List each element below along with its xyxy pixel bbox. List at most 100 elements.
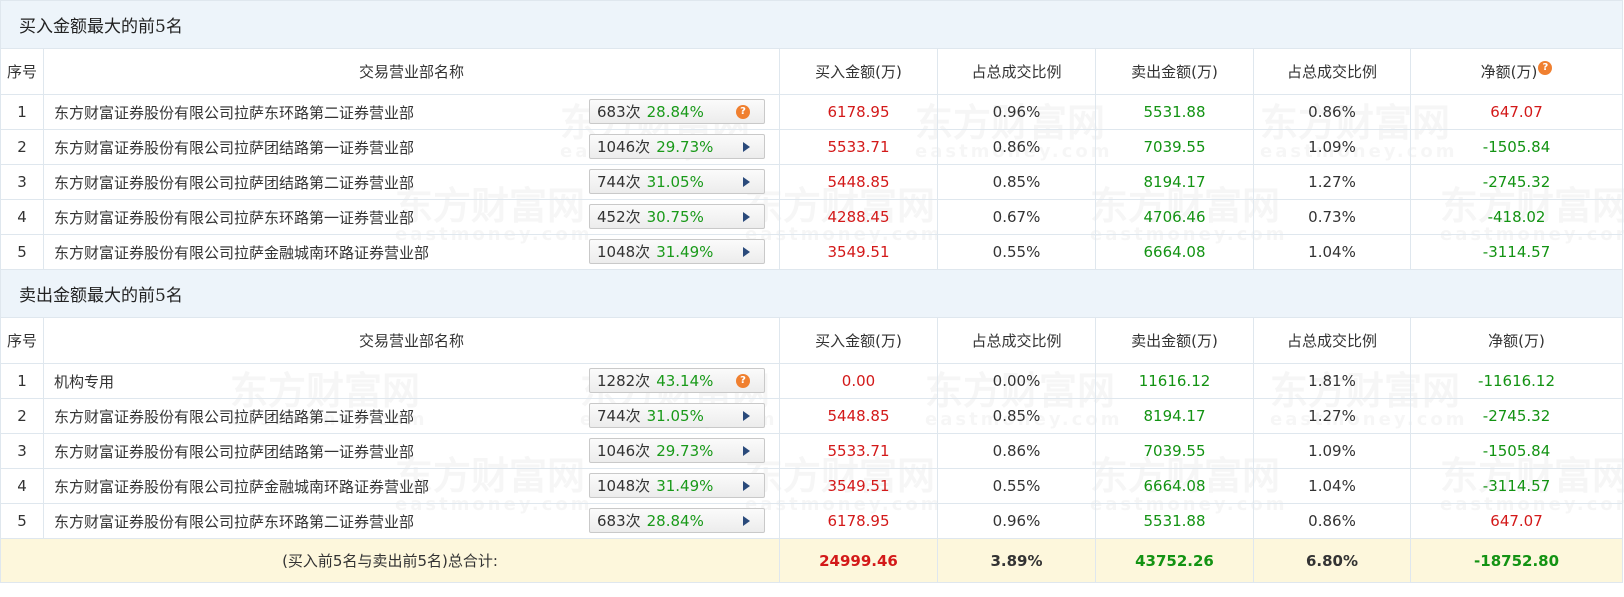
col-header-buy-ratio: 占总成交比例 [937, 48, 1096, 95]
play-icon[interactable] [743, 177, 750, 187]
sell-ratio: 0.86% [1253, 94, 1411, 130]
play-icon[interactable] [743, 481, 750, 491]
branch-stats-badge[interactable]: 683次 28.84% [589, 508, 765, 533]
table-row: 3 东方财富证券股份有限公司拉萨团结路第一证券营业部 1046次 29.73% 5533… [0, 433, 1624, 469]
play-icon[interactable] [743, 247, 750, 257]
total-net: -18752.80 [1409, 538, 1624, 583]
branch-name[interactable]: 东方财富证券股份有限公司拉萨团结路第二证券营业部 [54, 172, 414, 193]
sell-ratio: 1.81% [1253, 363, 1411, 399]
buy-amount: 0.00 [779, 363, 938, 399]
play-icon[interactable] [743, 446, 750, 456]
buy-amount: 6178.95 [779, 94, 938, 130]
branch-stats-badge[interactable]: 452次 30.75% [589, 204, 765, 229]
branch-name[interactable]: 东方财富证券股份有限公司拉萨团结路第一证券营业部 [54, 441, 414, 462]
branch-cell: 东方财富证券股份有限公司拉萨金融城南环路证券营业部 1048次 31.49% [43, 468, 780, 504]
buy-ratio: 0.96% [937, 94, 1096, 130]
trade-count: 1048次 [597, 243, 651, 261]
branch-stats-badge[interactable]: 1048次 31.49% [589, 239, 765, 264]
table-row: 1 机构专用 1282次 43.14%? 0.00 0.00% 11616.12 1.81% -… [0, 363, 1624, 399]
sell-ratio: 1.04% [1253, 234, 1411, 270]
branch-name[interactable]: 东方财富证券股份有限公司拉萨金融城南环路证券营业部 [54, 476, 429, 497]
sell-ratio: 1.04% [1253, 468, 1411, 504]
play-icon[interactable] [743, 516, 750, 526]
buy-amount: 3549.51 [779, 468, 938, 504]
trade-count: 683次 [597, 103, 641, 121]
branch-name[interactable]: 东方财富证券股份有限公司拉萨团结路第一证券营业部 [54, 137, 414, 158]
question-icon[interactable]: ? [736, 105, 750, 119]
branch-name[interactable]: 东方财富证券股份有限公司拉萨东环路第二证券营业部 [54, 511, 414, 532]
trade-count: 1046次 [597, 138, 651, 156]
win-rate: 31.05% [646, 172, 704, 191]
row-no: 2 [0, 398, 44, 434]
col-header-net: 净额(万)? [1409, 48, 1624, 95]
table-row: 5 东方财富证券股份有限公司拉萨东环路第二证券营业部 683次 28.84% 6178.… [0, 503, 1624, 539]
table-row: 2 东方财富证券股份有限公司拉萨团结路第二证券营业部 744次 31.05% 5448.… [0, 398, 1624, 434]
branch-stats-badge[interactable]: 744次 31.05% [589, 403, 765, 428]
net-amount: -2745.32 [1409, 398, 1624, 434]
col-header-no: 序号 [0, 317, 44, 364]
total-buy-ratio: 3.89% [937, 538, 1096, 583]
total-row: (买入前5名与卖出前5名)总合计: 24999.46 3.89% 43752.2… [0, 538, 1624, 583]
sell-ratio: 1.27% [1253, 398, 1411, 434]
sell-ratio: 0.73% [1253, 199, 1411, 235]
buy-amount: 5533.71 [779, 433, 938, 469]
row-no: 1 [0, 363, 44, 399]
sell-section-header: 卖出金额最大的前5名 [0, 269, 1624, 318]
total-sell: 43752.26 [1095, 538, 1254, 583]
net-amount: -1505.84 [1409, 129, 1624, 165]
net-amount: -3114.57 [1409, 234, 1624, 270]
branch-name[interactable]: 东方财富证券股份有限公司拉萨东环路第一证券营业部 [54, 207, 414, 228]
play-icon[interactable] [743, 411, 750, 421]
branch-stats-badge[interactable]: 1282次 43.14%? [589, 368, 765, 393]
sell-ratio: 1.09% [1253, 129, 1411, 165]
total-label: (买入前5名与卖出前5名)总合计: [0, 538, 780, 583]
buy-ratio: 0.85% [937, 164, 1096, 200]
win-rate: 43.14% [656, 371, 714, 390]
branch-stats-badge[interactable]: 1046次 29.73% [589, 134, 765, 159]
branch-cell: 东方财富证券股份有限公司拉萨东环路第一证券营业部 452次 30.75% [43, 199, 780, 235]
trade-count: 1046次 [597, 442, 651, 460]
col-header-name: 交易营业部名称 [43, 317, 780, 364]
table-row: 5 东方财富证券股份有限公司拉萨金融城南环路证券营业部 1048次 31.49% 354… [0, 234, 1624, 270]
buy-amount: 3549.51 [779, 234, 938, 270]
play-icon[interactable] [743, 212, 750, 222]
play-icon[interactable] [743, 142, 750, 152]
help-icon[interactable]: ? [1538, 61, 1553, 75]
col-header-sell-ratio: 占总成交比例 [1253, 317, 1411, 364]
sell-amount: 6664.08 [1095, 468, 1254, 504]
row-no: 5 [0, 503, 44, 539]
total-sell-ratio: 6.80% [1253, 538, 1411, 583]
buy-ratio: 0.55% [937, 468, 1096, 504]
buy-section-title: 买入金额最大的前5名 [0, 0, 1624, 49]
net-amount: -1505.84 [1409, 433, 1624, 469]
buy-ratio: 0.85% [937, 398, 1096, 434]
win-rate: 30.75% [646, 207, 704, 226]
branch-cell: 东方财富证券股份有限公司拉萨金融城南环路证券营业部 1048次 31.49% [43, 234, 780, 270]
trade-count: 1282次 [597, 372, 651, 390]
col-header-buy: 买入金额(万) [779, 48, 938, 95]
net-amount: -11616.12 [1409, 363, 1624, 399]
col-header-no: 序号 [0, 48, 44, 95]
branch-name[interactable]: 东方财富证券股份有限公司拉萨东环路第二证券营业部 [54, 102, 414, 123]
sell-ratio: 1.27% [1253, 164, 1411, 200]
branch-cell: 东方财富证券股份有限公司拉萨团结路第一证券营业部 1046次 29.73% [43, 433, 780, 469]
buy-ratio: 0.67% [937, 199, 1096, 235]
trade-count: 1048次 [597, 477, 651, 495]
branch-stats-badge[interactable]: 683次 28.84%? [589, 99, 765, 124]
branch-name[interactable]: 机构专用 [54, 371, 114, 392]
row-no: 4 [0, 468, 44, 504]
branch-name[interactable]: 东方财富证券股份有限公司拉萨金融城南环路证券营业部 [54, 242, 429, 263]
sell-ratio: 1.09% [1253, 433, 1411, 469]
col-header-buy: 买入金额(万) [779, 317, 938, 364]
question-icon[interactable]: ? [736, 374, 750, 388]
table-row: 2 东方财富证券股份有限公司拉萨团结路第一证券营业部 1046次 29.73% 5533… [0, 129, 1624, 165]
branch-stats-badge[interactable]: 744次 31.05% [589, 169, 765, 194]
branch-name[interactable]: 东方财富证券股份有限公司拉萨团结路第二证券营业部 [54, 406, 414, 427]
branch-stats-badge[interactable]: 1046次 29.73% [589, 438, 765, 463]
sell-amount: 4706.46 [1095, 199, 1254, 235]
branch-stats-badge[interactable]: 1048次 31.49% [589, 473, 765, 498]
trade-count: 744次 [597, 173, 641, 191]
buy-column-header-row: 序号 交易营业部名称 买入金额(万) 占总成交比例 卖出金额(万) 占总成交比例… [0, 48, 1624, 95]
branch-cell: 机构专用 1282次 43.14%? [43, 363, 780, 399]
row-no: 2 [0, 129, 44, 165]
